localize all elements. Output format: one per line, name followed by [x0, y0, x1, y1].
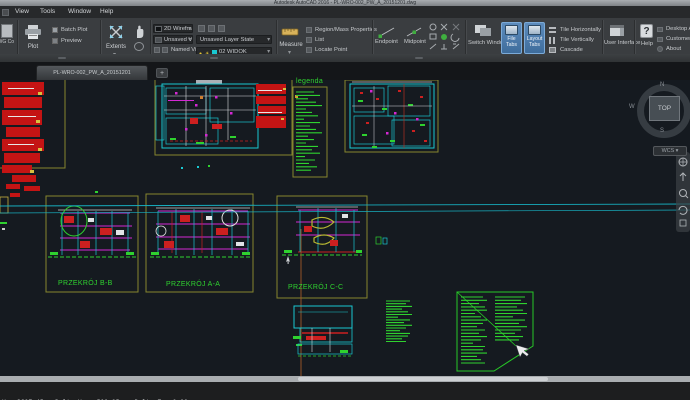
scrollbar-thumb[interactable]: [298, 377, 548, 381]
tile-vertically-button[interactable]: Tile Vertically: [560, 37, 594, 43]
menu-help[interactable]: Help: [100, 8, 113, 15]
navigation-bar[interactable]: [676, 152, 690, 232]
region-mass-properties-button[interactable]: Region/Mass Properties: [315, 27, 377, 33]
measure-button-label[interactable]: Measure: [278, 42, 304, 48]
menu-tools[interactable]: Tools: [40, 8, 55, 15]
batch-plot-icon: [52, 27, 58, 33]
pan-icon[interactable]: [134, 25, 146, 39]
small-arrow-marker: [286, 256, 290, 264]
section-bb-label: PRZEKRÓJ B-B: [58, 280, 113, 287]
file-tab-active[interactable]: PL-WRO-002_PW_A_20151201: [36, 65, 148, 80]
customer-involvement-button[interactable]: Customer Involvement: [666, 36, 690, 42]
legend-viewport: [292, 86, 328, 178]
file-tabs-button[interactable]: File Tabs: [501, 22, 522, 54]
switch-windows-icon[interactable]: [474, 24, 492, 38]
midpoint-icon[interactable]: [405, 26, 423, 38]
small-markers: [375, 236, 388, 245]
zoom-extents-icon[interactable]: [108, 24, 124, 40]
command-line[interactable]: X = 3917.45, Delta Y = -511.15, Delta Z …: [0, 382, 690, 400]
user-interface-button[interactable]: User Interface: [604, 40, 640, 46]
wcs-menu[interactable]: WCS ▾: [653, 146, 687, 156]
switch-windows-button[interactable]: Switch Windows: [468, 40, 510, 46]
endpoint-button[interactable]: Endpoint: [375, 39, 398, 45]
layout-tabs-button[interactable]: Layout Tabs: [524, 22, 545, 54]
edge-marks: [0, 196, 9, 230]
desktop-analytics-button[interactable]: Desktop Analytics: [666, 26, 690, 32]
preview-icon: [52, 38, 58, 44]
measure-icon[interactable]: [281, 26, 299, 38]
section-bb: [48, 205, 136, 258]
layer-tool-icon[interactable]: [198, 25, 205, 32]
legend-label: legenda: [296, 78, 324, 85]
stray-dots: [95, 165, 210, 193]
tile-horizontally-icon: [549, 27, 556, 33]
viewcube-south[interactable]: S: [660, 128, 664, 134]
new-tab-button[interactable]: +: [156, 68, 168, 78]
view-tool-icon[interactable]: [162, 47, 168, 53]
layout-tabs-icon: [528, 25, 541, 35]
help-button[interactable]: Help: [641, 41, 653, 47]
dwg-convert-button[interactable]: DWG Convert: [0, 23, 14, 53]
left-viewport: [0, 77, 66, 197]
view-dropdown[interactable]: Unsaved View▾: [153, 35, 193, 44]
view-icon: [155, 37, 162, 43]
tile-vertically-icon: [549, 37, 555, 44]
floor-plan-left: [154, 78, 293, 156]
floor-plan-right: [344, 79, 439, 153]
list-icon: [306, 37, 312, 43]
tile-horizontally-button[interactable]: Tile Horizontally: [560, 27, 601, 33]
batch-plot-button[interactable]: Batch Plot: [61, 27, 87, 33]
about-button[interactable]: About: [666, 46, 681, 52]
menu-view[interactable]: View: [15, 8, 29, 15]
user-interface-icon[interactable]: [609, 24, 625, 38]
cascade-icon: [549, 47, 556, 53]
cascade-button[interactable]: Cascade: [560, 47, 583, 53]
menu-window[interactable]: Window: [68, 8, 91, 15]
extents-button-label[interactable]: Extents: [102, 44, 130, 50]
notes-trapezoid: [456, 291, 534, 372]
list-button[interactable]: List: [315, 37, 324, 43]
region-icon: [306, 27, 312, 33]
osnap-grid-icons[interactable]: [428, 22, 462, 52]
locate-point-icon: [306, 47, 312, 53]
customer-involvement-icon: [657, 37, 663, 42]
orbit-icon[interactable]: [134, 42, 144, 51]
about-icon: [657, 46, 663, 52]
viewcube-west[interactable]: W: [629, 104, 635, 110]
visual-style-icon: [155, 26, 162, 32]
view-tool-icon[interactable]: [154, 47, 160, 53]
desktop-analytics-icon: [657, 27, 663, 32]
viewcube-north[interactable]: N: [660, 82, 664, 88]
detail-section-bottom: [293, 305, 353, 357]
locate-point-button[interactable]: Locate Point: [315, 47, 347, 53]
plot-button-label[interactable]: Plot: [24, 44, 42, 50]
midpoint-button[interactable]: Midpoint: [404, 39, 426, 45]
file-tab-bar: PL-WRO-002_PW_A_20151201 +: [0, 62, 690, 80]
visual-style-dropdown[interactable]: 2D Wireframe▾: [153, 24, 193, 33]
section-cc-label: PRZEKRÓJ C-C: [288, 284, 344, 291]
menu-bar: View Tools Window Help: [0, 6, 690, 18]
layer-tool-icon[interactable]: [218, 25, 225, 32]
construction-lines: [0, 203, 690, 214]
section-aa-label: PRZEKRÓJ A-A: [166, 281, 221, 288]
help-icon[interactable]: ?: [640, 24, 653, 38]
endpoint-icon[interactable]: [378, 26, 396, 38]
section-cc: [282, 206, 362, 256]
preview-button[interactable]: Preview: [61, 38, 82, 44]
ribbon-panel-strip: [0, 54, 690, 62]
model-space-canvas[interactable]: legenda PRZEKRÓJ B-B PRZEKRÓJ A-A PRZEKR…: [0, 77, 690, 376]
section-aa: [150, 207, 252, 258]
autocad-window: Autodesk AutoCAD 2016 - PL-WRO-002_PW_A_…: [0, 0, 690, 400]
viewcube-top-face[interactable]: TOP: [649, 96, 680, 121]
plot-icon[interactable]: [24, 24, 42, 40]
layer-tool-icon[interactable]: [208, 25, 215, 32]
drawing-entities: [0, 77, 690, 376]
file-tabs-icon: [505, 25, 518, 35]
notes-block: [386, 300, 412, 343]
layer-state-dropdown[interactable]: Unsaved Layer State ▾: [196, 35, 272, 44]
app-menu-icon[interactable]: [2, 9, 9, 16]
